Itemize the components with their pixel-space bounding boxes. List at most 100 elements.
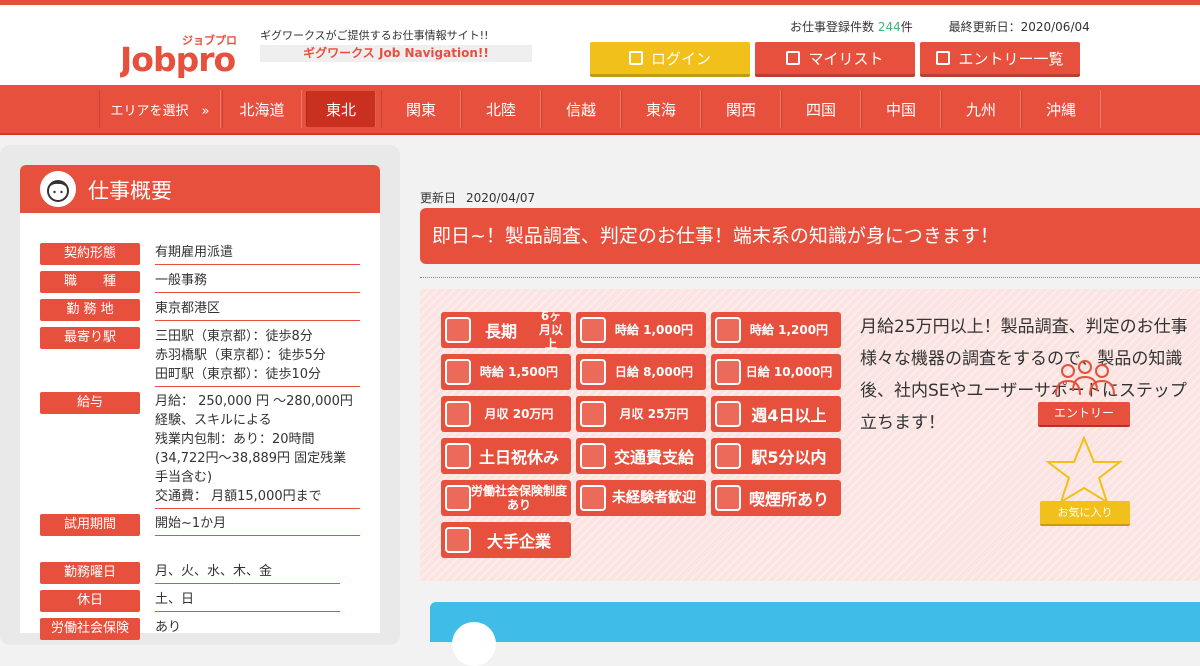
label-trial-period: 試用期間 <box>40 514 140 536</box>
login-button[interactable]: ログイン <box>590 42 750 77</box>
badge-social-insurance: 労働社会保険制度あり <box>441 480 571 516</box>
summary-title: 仕事概要 <box>88 179 172 203</box>
nav-region-okinawa[interactable]: 沖縄 <box>1021 90 1101 128</box>
badge-hourly-1200: 時給 1,200円 <box>711 312 841 348</box>
badge-daily-8000: 日給 8,000円 <box>576 354 706 390</box>
label-holidays: 休日 <box>40 590 140 612</box>
nav-region-shinetsu[interactable]: 信越 <box>541 90 621 128</box>
login-icon <box>628 51 643 65</box>
entry-list-label: エントリー一覧 <box>958 49 1064 68</box>
salary-line: 交通費： 月額15,000円まで <box>155 489 322 504</box>
value-holidays: 土、日 <box>155 590 340 612</box>
nav-region-hokuriku[interactable]: 北陸 <box>461 90 541 128</box>
certificate-icon <box>445 485 471 511</box>
salary-line: 月給： 250,000 円 ～280,000円 <box>155 394 353 409</box>
mylist-label: マイリスト <box>808 49 884 68</box>
nav-region-kanto[interactable]: 関東 <box>381 90 461 128</box>
value-work-days: 月、火、水、木、金 <box>155 562 340 584</box>
entry-button[interactable]: エントリー <box>1038 402 1130 427</box>
region-nav: エリアを選択 » 北海道 東北 関東 北陸 信越 東海 関西 四国 中国 九州 … <box>0 85 1200 135</box>
site-subtagline: ギグワークス Job Navigation!! <box>260 45 532 62</box>
nav-region-shikoku[interactable]: 四国 <box>781 90 861 128</box>
summary-header: 仕事概要 <box>20 165 380 213</box>
train-icon <box>715 443 741 469</box>
people-icon[interactable] <box>1046 359 1124 403</box>
value-contract-type: 有期雇用派遣 <box>155 243 360 265</box>
last-updated: 最終更新日：2020/06/04 <box>948 20 1090 34</box>
calendar-icon <box>715 401 741 427</box>
svg-text:Jobpro: Jobpro <box>120 40 235 79</box>
label-nearest-station: 最寄り駅 <box>40 327 140 349</box>
value-salary: 月給： 250,000 円 ～280,000円 経験、スキルによる 残業内包制：… <box>155 392 360 509</box>
value-nearest-station: 三田駅（東京都）：徒歩8分 赤羽橋駅（東京都）：徒歩5分 田町駅（東京都）：徒歩… <box>155 327 360 387</box>
description-line: 後、社内SEやユーザーサポートにステップ <box>860 381 1187 401</box>
clock-icon <box>445 359 471 385</box>
badge-major-company: 大手企業 <box>441 522 571 558</box>
calendar-day-icon <box>715 359 741 385</box>
badge-smoking-area: 喫煙所あり <box>711 480 841 516</box>
jobpro-logo[interactable]: ジョブプロ Jobpro <box>120 27 242 79</box>
favorite-button[interactable]: お気に入り <box>1040 501 1130 526</box>
money-icon <box>580 443 606 469</box>
station-line: 三田駅（東京都）：徒歩8分 <box>155 329 313 344</box>
nav-region-chugoku[interactable]: 中国 <box>861 90 941 128</box>
entry-list-button[interactable]: エントリー一覧 <box>920 42 1080 77</box>
beginner-icon <box>580 485 606 511</box>
site-tagline: ギグワークスがご提供するお仕事情報サイト!! <box>260 29 489 42</box>
nav-region-kansai[interactable]: 関西 <box>701 90 781 128</box>
job-updated-label: 更新日 <box>420 191 457 205</box>
salary-line: 残業内包制：あり：20時間 <box>155 432 315 447</box>
badge-beginners-welcome: 未経験者歓迎 <box>576 480 706 516</box>
badge-weekends-off: 土日祝休み <box>441 438 571 474</box>
stats-label: お仕事登録件数 <box>790 20 875 34</box>
badge-hourly-1500: 時給 1,500円 <box>441 354 571 390</box>
login-label: ログイン <box>650 49 711 68</box>
calendar-icon <box>580 401 606 427</box>
smoking-icon <box>715 485 741 511</box>
label-work-days: 勤務曜日 <box>40 562 140 584</box>
stats-unit: 件 <box>900 20 913 34</box>
badge-hourly-1000: 時給 1,000円 <box>576 312 706 348</box>
job-stats: お仕事登録件数 244件 最終更新日：2020/06/04 <box>790 18 1090 35</box>
badge-transport-paid: 交通費支給 <box>576 438 706 474</box>
calendar-holiday-icon <box>445 443 471 469</box>
calendar-day-icon <box>580 359 606 385</box>
area-select[interactable]: エリアを選択 » <box>99 90 221 128</box>
value-trial-period: 開始~1か月 <box>155 514 360 536</box>
label-job-type: 職 種 <box>40 271 140 293</box>
value-insurance: あり <box>155 620 182 635</box>
salary-line: 手当含む) <box>155 470 213 485</box>
description-line: 様々な機器の調査をするので、製品の知識 <box>860 349 1183 369</box>
divider <box>420 277 1200 278</box>
list-icon <box>786 51 801 65</box>
label-contract-type: 契約形態 <box>40 243 140 265</box>
badge-daily-10000: 日給 10,000円 <box>711 354 841 390</box>
label-location: 勤 務 地 <box>40 299 140 321</box>
value-job-type: 一般事務 <box>155 271 360 293</box>
nav-region-hokkaido[interactable]: 北海道 <box>222 90 302 128</box>
salary-line: (34,722円～38,889円 固定残業 <box>155 451 347 466</box>
star-icon[interactable] <box>1044 434 1124 506</box>
badge-monthly-20: 月収 20万円 <box>441 396 571 432</box>
label-salary: 給与 <box>40 392 140 414</box>
description-line: 立ちます！ <box>860 413 945 433</box>
description-line: 月給25万円以上！製品調査、判定のお仕事 <box>860 317 1188 337</box>
clock-icon <box>580 317 606 343</box>
section-icon <box>452 622 496 666</box>
station-line: 田町駅（東京都）：徒歩10分 <box>155 367 322 382</box>
long-term-icon <box>445 317 471 343</box>
building-icon <box>445 527 471 553</box>
nav-region-kyushu[interactable]: 九州 <box>941 90 1021 128</box>
station-line: 赤羽橋駅（東京都）：徒歩5分 <box>155 348 326 363</box>
calendar-icon <box>445 401 471 427</box>
nav-region-tohoku[interactable]: 東北 <box>306 91 376 127</box>
job-updated: 更新日 2020/04/07 <box>420 189 535 206</box>
salary-line: 経験、スキルによる <box>155 413 272 428</box>
nav-region-tokai[interactable]: 東海 <box>621 90 701 128</box>
clock-icon <box>715 317 741 343</box>
section-header-blue <box>430 602 1200 666</box>
job-updated-date: 2020/04/07 <box>466 191 536 205</box>
label-insurance: 労働社会保険 <box>40 618 140 640</box>
mylist-button[interactable]: マイリスト <box>755 42 915 77</box>
badge-long-term: 長期 6ヶ月以上 <box>441 309 571 351</box>
